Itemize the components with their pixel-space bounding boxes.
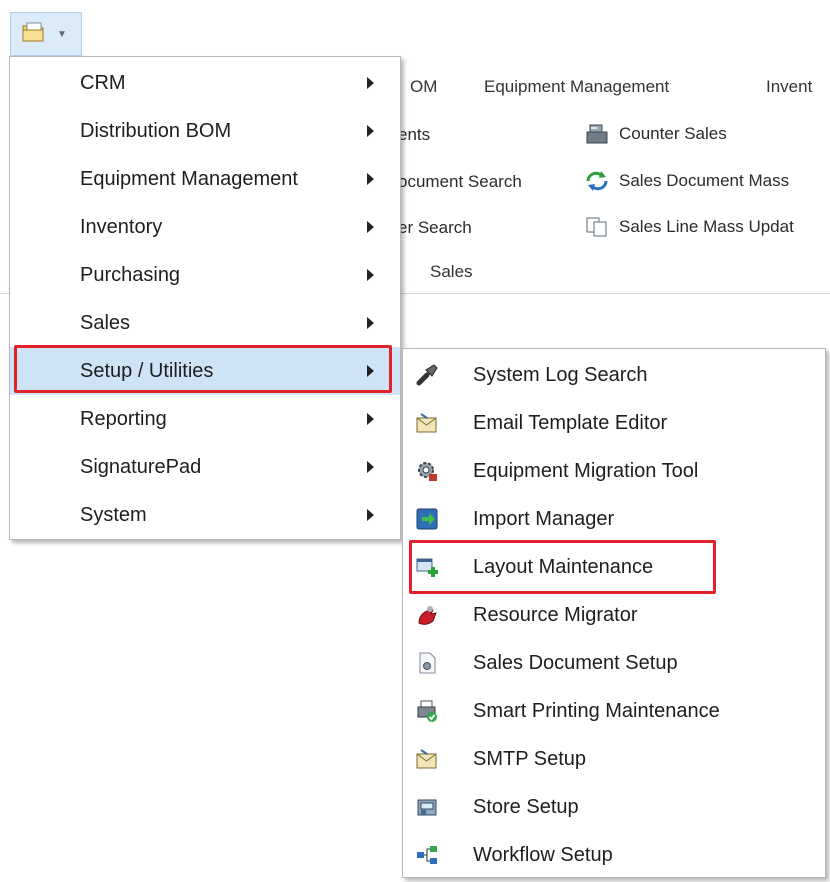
envelope-icon: [415, 411, 439, 435]
menu-item-system[interactable]: System: [10, 491, 400, 539]
menu-item-distribution-bom[interactable]: Distribution BOM: [10, 107, 400, 155]
submenu-item-store-setup[interactable]: Store Setup: [403, 783, 825, 831]
submenu-item-sales-document-setup[interactable]: Sales Document Setup: [403, 639, 825, 687]
submenu-arrow-icon: [367, 461, 374, 473]
envelope-icon: [415, 747, 439, 771]
submenu-arrow-icon: [367, 221, 374, 233]
ribbon-cmd-sales-document-mass[interactable]: Sales Document Mass: [585, 170, 789, 192]
copy-pages-icon: [585, 216, 609, 238]
gear-migrate-icon: [415, 459, 439, 483]
submenu-arrow-icon: [367, 413, 374, 425]
menu-item-signaturepad[interactable]: SignaturePad: [10, 443, 400, 491]
ribbon-cmd-customer-search[interactable]: er Search: [398, 218, 472, 238]
store-icon: [415, 795, 439, 819]
ribbon-tab-inventory[interactable]: Invent: [766, 77, 812, 97]
submenu-item-equipment-migration-tool[interactable]: Equipment Migration Tool: [403, 447, 825, 495]
import-icon: [415, 507, 439, 531]
dropdown-caret-icon: ▼: [57, 28, 67, 40]
refresh-arrows-icon: [585, 170, 609, 192]
submenu-item-smart-printing-maintenance[interactable]: Smart Printing Maintenance: [403, 687, 825, 735]
menu-item-purchasing[interactable]: Purchasing: [10, 251, 400, 299]
setup-utilities-submenu: System Log Search Email Template Editor …: [402, 348, 826, 878]
menu-item-inventory[interactable]: Inventory: [10, 203, 400, 251]
ribbon-cmd-counter-sales[interactable]: Counter Sales: [585, 123, 727, 145]
cash-register-icon: [585, 123, 609, 145]
document-gear-icon: [415, 651, 439, 675]
submenu-arrow-icon: [367, 317, 374, 329]
folder-icon: [21, 20, 47, 49]
main-menu: CRM Distribution BOM Equipment Managemen…: [9, 56, 401, 540]
submenu-arrow-icon: [367, 125, 374, 137]
application-menu-button[interactable]: ▼: [10, 12, 82, 56]
highlight-box-setup-utilities: [14, 345, 392, 393]
ribbon-cmd-sales-line-mass-update[interactable]: Sales Line Mass Updat: [585, 216, 794, 238]
ribbon-cmd-documents[interactable]: ents: [398, 125, 430, 145]
submenu-item-workflow-setup[interactable]: Workflow Setup: [403, 831, 825, 879]
highlight-box-layout-maintenance: [409, 540, 716, 594]
submenu-arrow-icon: [367, 77, 374, 89]
menu-item-sales[interactable]: Sales: [10, 299, 400, 347]
ribbon-tab-equipment-management[interactable]: Equipment Management: [484, 77, 669, 97]
submenu-item-resource-migrator[interactable]: Resource Migrator: [403, 591, 825, 639]
workflow-icon: [415, 843, 439, 867]
submenu-item-email-template-editor[interactable]: Email Template Editor: [403, 399, 825, 447]
menu-item-equipment-management[interactable]: Equipment Management: [10, 155, 400, 203]
printer-icon: [415, 699, 439, 723]
submenu-arrow-icon: [367, 173, 374, 185]
submenu-item-import-manager[interactable]: Import Manager: [403, 495, 825, 543]
submenu-arrow-icon: [367, 509, 374, 521]
menu-item-crm[interactable]: CRM: [10, 59, 400, 107]
resource-icon: [415, 603, 439, 627]
submenu-item-smtp-setup[interactable]: SMTP Setup: [403, 735, 825, 783]
flashlight-icon: [415, 363, 439, 387]
ribbon-group-label: Sales: [430, 262, 473, 281]
ribbon-tab-bom[interactable]: OM: [410, 77, 437, 97]
ribbon-cmd-document-search[interactable]: ocument Search: [398, 172, 522, 192]
submenu-arrow-icon: [367, 269, 374, 281]
submenu-item-system-log-search[interactable]: System Log Search: [403, 351, 825, 399]
menu-item-reporting[interactable]: Reporting: [10, 395, 400, 443]
